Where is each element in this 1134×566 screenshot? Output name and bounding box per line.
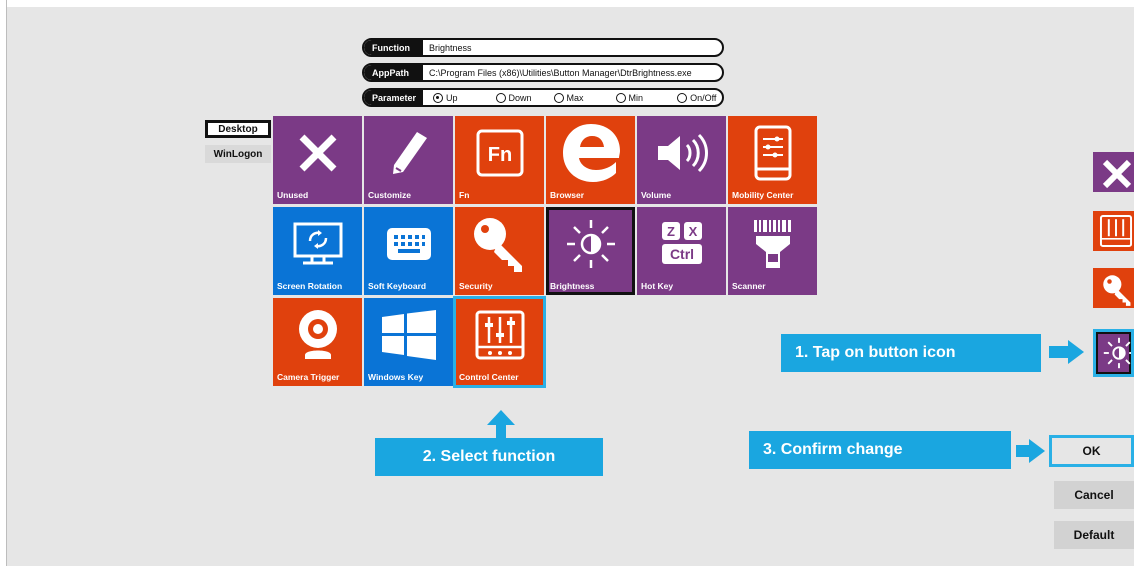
tile-screen-rotation[interactable]: Screen Rotation [273, 207, 362, 295]
fn-icon: Fn [476, 129, 523, 177]
hot-key-ctrl: Ctrl [669, 246, 693, 262]
tile-label: Unused [277, 190, 309, 200]
hot-key-icon: Z X Ctrl [661, 221, 702, 264]
mini-button-unused[interactable] [1093, 152, 1134, 192]
tile-label: Brightness [550, 281, 595, 291]
ok-button[interactable]: OK [1049, 435, 1134, 467]
tile-label: Control Center [459, 372, 519, 382]
parameter-radio-label: Min [628, 92, 644, 103]
radio-dot-icon [495, 92, 506, 103]
parameter-label: Parameter [364, 90, 423, 105]
hot-key-x: X [688, 224, 697, 239]
parameter-radio-min[interactable]: Min [615, 92, 644, 103]
function-field: Function Brightness [362, 38, 724, 57]
tile-label: Security [459, 281, 493, 291]
confirm-arrow-right-icon [1029, 439, 1045, 463]
tile-camera-trigger[interactable]: Camera Trigger [273, 298, 362, 386]
apppath-field: AppPath C:\Program Files (x86)\Utilities… [362, 63, 724, 82]
webcam-icon [298, 309, 337, 359]
radio-dot-icon [433, 92, 443, 103]
tile-hot-key[interactable]: Z X Ctrl Hot Key [637, 207, 726, 295]
apppath-label: AppPath [364, 65, 423, 80]
radio-dot-icon [553, 92, 564, 103]
pencil-icon [392, 131, 427, 174]
parameter-radio-label: Up [446, 92, 458, 103]
tile-label: Screen Rotation [277, 281, 343, 291]
radio-dot-icon [615, 92, 626, 103]
mobility-center-icon [754, 125, 791, 181]
tile-label: Scanner [732, 281, 766, 291]
cancel-button[interactable]: Cancel [1054, 481, 1134, 509]
tile-label: Camera Trigger [277, 372, 340, 382]
tile-soft-keyboard[interactable]: Soft Keyboard [364, 207, 453, 295]
x-icon [1102, 159, 1132, 189]
tile-browser[interactable]: Browser [546, 116, 635, 204]
key-icon [473, 217, 522, 272]
tile-volume[interactable]: Volume [637, 116, 726, 204]
parameter-radio-onoff[interactable]: On/Off [677, 92, 717, 103]
parameter-radio-up[interactable]: Up [433, 92, 458, 103]
tile-label: Fn [459, 190, 470, 200]
sliders-icon [475, 310, 524, 360]
callout-confirm-change: 3. Confirm change [749, 431, 1011, 469]
tile-scanner[interactable]: Scanner [728, 207, 817, 295]
function-label: Function [364, 40, 423, 55]
select-arrow-up-icon [487, 410, 515, 425]
tile-windows-key[interactable]: Windows Key [364, 298, 453, 386]
tile-label: Hot Key [641, 281, 674, 291]
tap-arrow-right-icon [1068, 340, 1084, 364]
parameter-radio-max[interactable]: Max [553, 92, 584, 103]
tile-security[interactable]: Security [455, 207, 544, 295]
fn-icon-text: Fn [487, 144, 511, 166]
window-left-edge [0, 0, 7, 566]
apppath-value: C:\Program Files (x86)\Utilities\Button … [429, 67, 692, 78]
key-icon [1103, 275, 1131, 306]
tile-label: Windows Key [368, 372, 424, 382]
parameter-radio-label: Down [508, 92, 532, 103]
tab-winlogon[interactable]: WinLogon [205, 145, 271, 163]
select-arrow-shaft [496, 424, 506, 438]
mini-button-brightness[interactable] [1093, 329, 1134, 377]
radio-dot-icon [677, 92, 688, 103]
tile-customize[interactable]: Customize [364, 116, 453, 204]
brightness-icon [1103, 337, 1131, 369]
tile-label: Mobility Center [732, 190, 794, 200]
callout-select-function: 2. Select function [375, 438, 603, 476]
tile-label: Customize [368, 190, 411, 200]
tile-label: Volume [641, 190, 672, 200]
hot-key-z: Z [667, 224, 675, 239]
mini-button-security[interactable] [1093, 268, 1134, 308]
confirm-arrow-shaft [1016, 445, 1030, 457]
speaker-icon [657, 133, 708, 173]
tile-label: Soft Keyboard [368, 281, 427, 291]
callout-tap-button-icon: 1. Tap on button icon [781, 334, 1041, 372]
screen-rotation-icon [293, 222, 342, 265]
barcode-scanner-icon [753, 219, 791, 268]
default-button[interactable]: Default [1054, 521, 1134, 549]
mini-button-control-center[interactable] [1093, 211, 1134, 251]
parameter-radio-label: On/Off [690, 92, 717, 103]
windows-logo-icon [381, 309, 436, 360]
keyboard-icon [386, 227, 431, 260]
function-value: Brightness [429, 42, 472, 53]
brightness-icon [566, 219, 615, 268]
parameter-radio-label: Max [566, 92, 584, 103]
tab-desktop[interactable]: Desktop [205, 120, 271, 138]
parameter-field: Parameter Up Down Max Min On/Off [362, 88, 724, 107]
tile-brightness[interactable]: Brightness [546, 207, 635, 295]
edge-browser-icon [562, 123, 620, 182]
sliders-icon [1099, 214, 1133, 248]
tile-control-center[interactable]: Control Center [453, 296, 546, 388]
window-top-edge [0, 0, 1134, 7]
tile-unused[interactable]: Unused [273, 116, 362, 204]
x-icon [299, 134, 336, 172]
tile-label: Browser [550, 190, 585, 200]
parameter-radio-down[interactable]: Down [495, 92, 532, 103]
tile-mobility-center[interactable]: Mobility Center [728, 116, 817, 204]
tap-arrow-shaft [1049, 346, 1069, 358]
tile-fn[interactable]: Fn Fn [455, 116, 544, 204]
